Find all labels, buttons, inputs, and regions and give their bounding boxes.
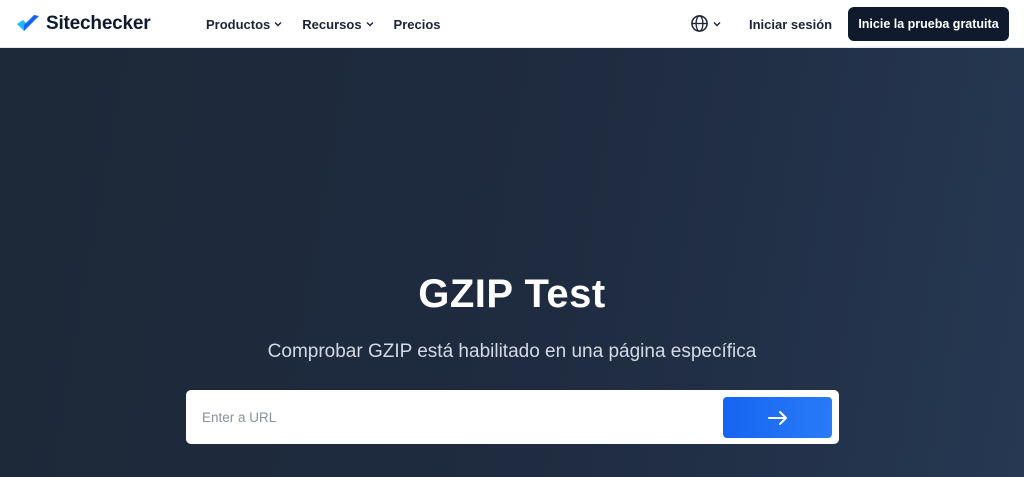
main-nav: Productos Recursos Precios [206, 0, 461, 48]
submit-url-button[interactable] [723, 397, 832, 438]
nav-item-label: Recursos [302, 16, 362, 32]
language-selector[interactable] [690, 14, 721, 33]
chevron-down-icon [274, 22, 282, 27]
arrow-right-icon [767, 410, 787, 425]
chevron-down-icon [713, 21, 721, 26]
nav-item-recursos[interactable]: Recursos [302, 16, 374, 32]
page-subtitle: Comprobar GZIP está habilitado en una pá… [267, 341, 757, 362]
page-title: GZIP Test [418, 272, 606, 316]
nav-item-label: Productos [206, 16, 271, 32]
nav-item-precios[interactable]: Precios [394, 17, 441, 32]
url-search-form [186, 390, 839, 444]
brand-name: Sitechecker [46, 13, 151, 34]
brand-logo[interactable]: Sitechecker [16, 12, 151, 36]
start-free-trial-button[interactable]: Inicie la prueba gratuita [848, 7, 1009, 41]
sitechecker-logo-icon [17, 15, 39, 31]
globe-icon [691, 15, 708, 32]
login-link[interactable]: Iniciar sesión [749, 0, 832, 48]
chevron-down-icon [366, 22, 374, 27]
url-input[interactable] [202, 404, 722, 430]
nav-item-productos[interactable]: Productos [206, 17, 282, 32]
top-navbar: Sitechecker Productos Recursos Precios I… [0, 0, 1024, 48]
nav-item-label: Precios [393, 16, 441, 32]
